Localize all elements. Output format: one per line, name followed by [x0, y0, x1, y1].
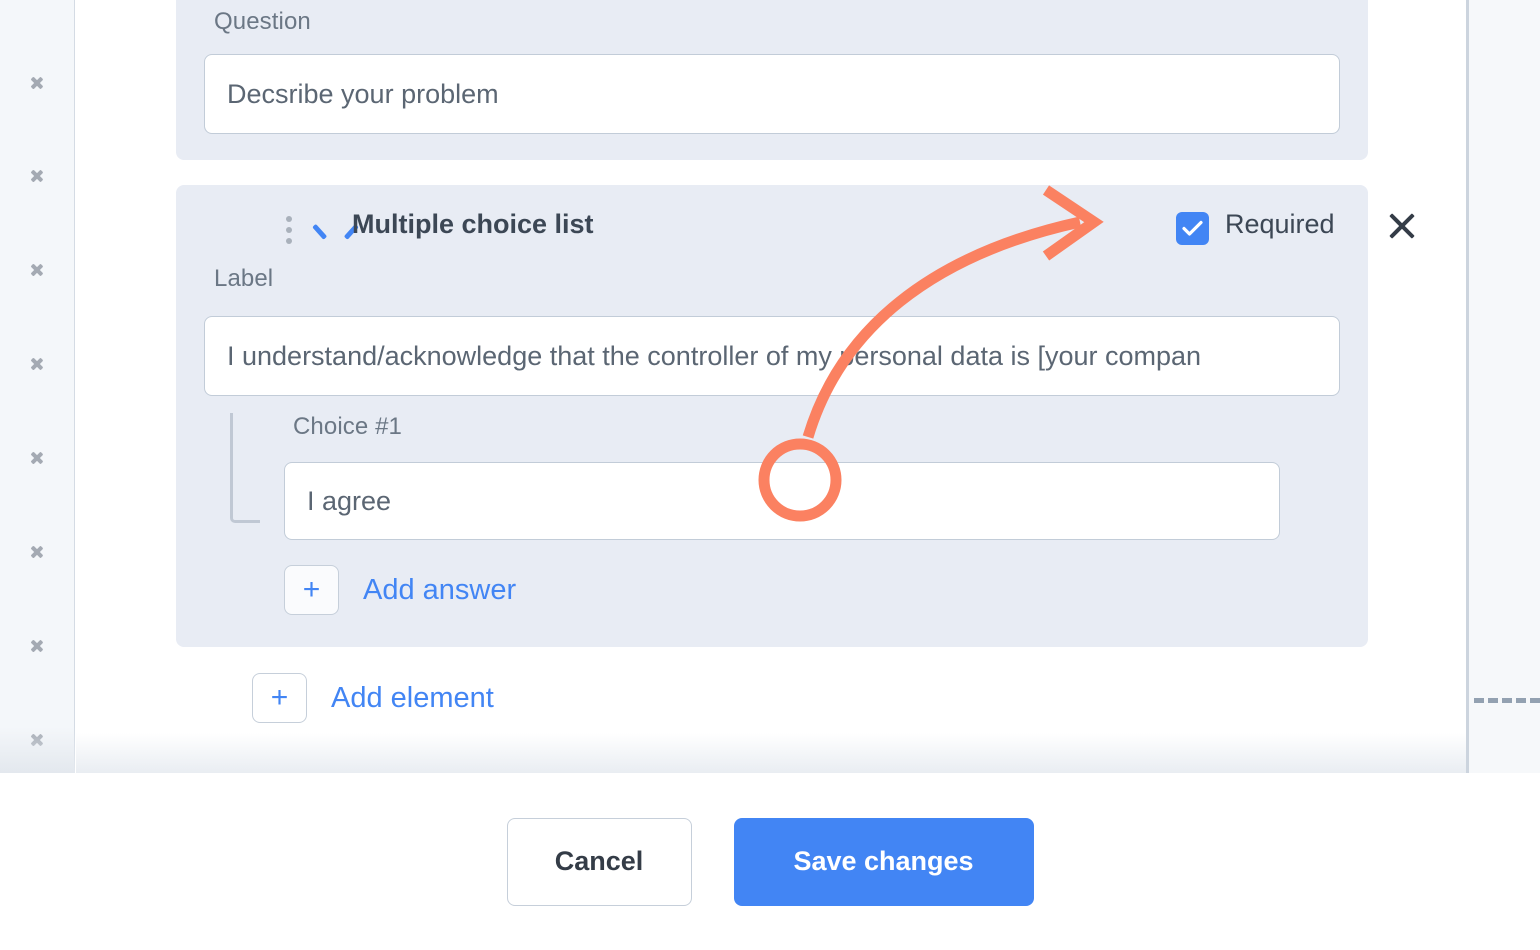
- chevron-right-icon: [30, 538, 45, 562]
- add-answer-button[interactable]: + Add answer: [284, 565, 516, 615]
- chevron-right-icon: [30, 162, 45, 186]
- label-input[interactable]: I understand/acknowledge that the contro…: [204, 316, 1340, 396]
- chevron-right-icon: [30, 69, 45, 93]
- plus-icon[interactable]: +: [252, 673, 307, 723]
- chevron-right-icon: [30, 632, 45, 656]
- form-builder-screen: Question Decsribe your problem Multiple …: [0, 0, 1540, 950]
- multiple-choice-title: Multiple choice list: [352, 209, 594, 239]
- footer-action-bar: Cancel Save changes: [0, 773, 1540, 950]
- sidebar-item-2[interactable]: [0, 159, 74, 189]
- add-element-label[interactable]: Add element: [331, 682, 494, 715]
- preview-dashed-separator: [1474, 698, 1540, 703]
- sidebar-item-8[interactable]: [0, 723, 74, 753]
- preview-panel: [1469, 0, 1540, 773]
- chevron-right-icon: [30, 444, 45, 468]
- add-answer-label[interactable]: Add answer: [363, 574, 516, 607]
- choice-tree-connector: [230, 413, 260, 523]
- plus-icon[interactable]: +: [284, 565, 339, 615]
- sidebar-item-5[interactable]: [0, 441, 74, 471]
- save-button[interactable]: Save changes: [733, 817, 1034, 906]
- sidebar-item-4[interactable]: [0, 347, 74, 377]
- choice-1-input[interactable]: I agree: [284, 462, 1280, 540]
- left-sidebar: [0, 0, 75, 773]
- chevron-down-icon[interactable]: [314, 221, 340, 237]
- sidebar-item-1[interactable]: [0, 66, 74, 96]
- choice-1-caption: Choice #1: [293, 413, 402, 440]
- chevron-right-icon: [30, 726, 45, 750]
- question-input[interactable]: Decsribe your problem: [204, 54, 1340, 134]
- sidebar-item-6[interactable]: [0, 535, 74, 565]
- multiple-choice-element-card: Multiple choice list Required Label I un…: [176, 185, 1368, 647]
- sidebar-item-7[interactable]: [0, 629, 74, 659]
- chevron-right-icon: [30, 350, 45, 374]
- cancel-button[interactable]: Cancel: [506, 817, 692, 906]
- sidebar-item-3[interactable]: [0, 253, 74, 283]
- form-editor-scroll-area[interactable]: Question Decsribe your problem Multiple …: [76, 0, 1468, 773]
- multiple-choice-header: Multiple choice list Required: [176, 203, 1368, 255]
- check-icon: [1182, 220, 1203, 236]
- question-element-card: Question Decsribe your problem: [176, 0, 1368, 160]
- label-field-caption: Label: [214, 265, 274, 292]
- close-icon[interactable]: [1383, 207, 1421, 245]
- required-checkbox[interactable]: [1176, 212, 1209, 245]
- required-label: Required: [1225, 209, 1335, 239]
- add-element-button[interactable]: + Add element: [252, 673, 494, 723]
- chevron-right-icon: [30, 256, 45, 280]
- drag-handle-icon[interactable]: [286, 216, 292, 244]
- question-field-label: Question: [214, 8, 311, 35]
